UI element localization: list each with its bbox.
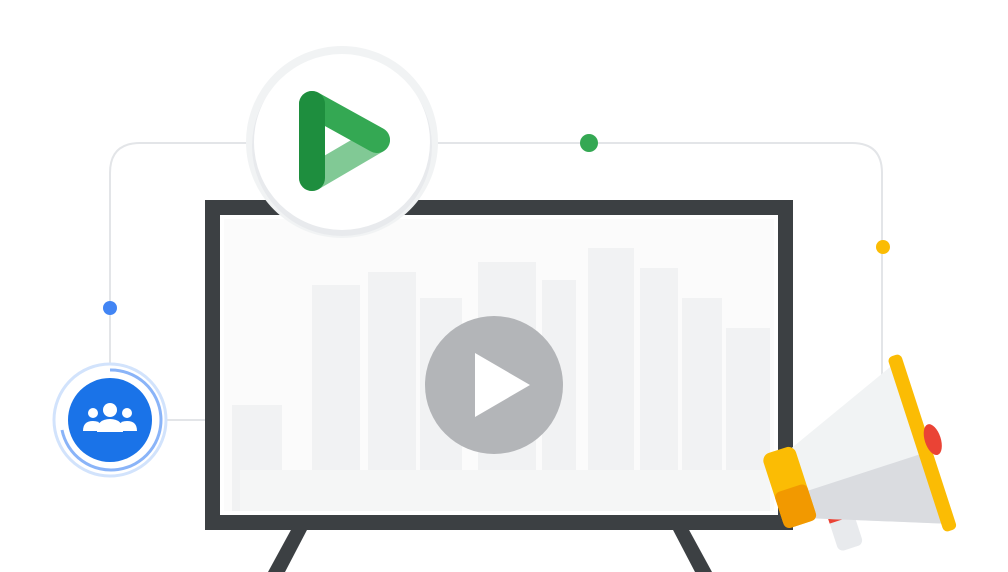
tv-leg-left xyxy=(268,528,308,572)
blue-node-dot xyxy=(103,301,117,315)
audience-group-icon xyxy=(52,362,168,478)
logo-disc xyxy=(254,54,430,230)
video-play-icon xyxy=(425,316,563,454)
building xyxy=(240,470,770,511)
green-node-dot xyxy=(580,134,598,152)
illustration-canvas xyxy=(0,0,1008,572)
person-head-center xyxy=(103,403,117,417)
tv xyxy=(205,200,793,530)
person-head-right xyxy=(122,408,132,418)
tv-stand xyxy=(268,528,712,572)
yellow-node-dot xyxy=(876,240,890,254)
green-play-logo-icon xyxy=(246,46,438,238)
person-head-left xyxy=(88,408,98,418)
tv-leg-right xyxy=(672,528,712,572)
video-advertising-illustration xyxy=(52,46,957,572)
